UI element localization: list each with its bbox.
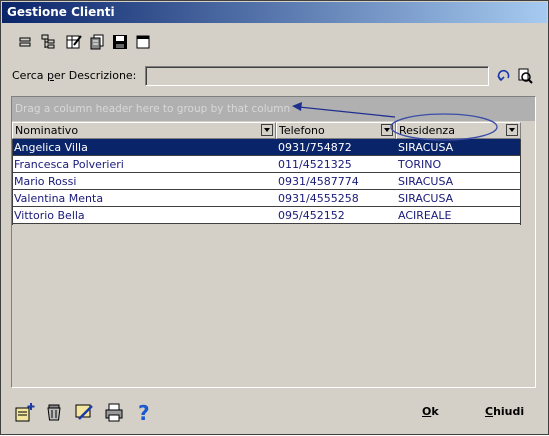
- cell-telefono: 011/4521325: [278, 158, 352, 171]
- column-header-residenza[interactable]: Residenza: [396, 122, 521, 139]
- table-row[interactable]: Mario Rossi 0931/4587774 SIRACUSA: [12, 173, 521, 190]
- cell-telefono: 095/452152: [278, 209, 345, 222]
- grid-edit-icon[interactable]: [65, 33, 83, 51]
- search-label: Cerca per Descrizione:: [12, 69, 136, 82]
- copy-stack-icon[interactable]: [88, 33, 106, 51]
- cell-nominativo: Mario Rossi: [14, 175, 77, 188]
- ok-rest: k: [431, 405, 439, 418]
- svg-text:?: ?: [138, 401, 150, 423]
- tree-collapse-icon[interactable]: [17, 33, 35, 51]
- column-label: Residenza: [399, 124, 455, 137]
- column-header-nominativo[interactable]: Nominativo: [12, 122, 276, 139]
- search-label-prefix: Cerca: [12, 69, 48, 82]
- gestione-clienti-window: Gestione Clienti Cerca per Descrizione:: [0, 0, 549, 435]
- cell-residenza: SIRACUSA: [398, 175, 454, 188]
- cell-nominativo: Valentina Menta: [14, 192, 104, 205]
- chevron-down-icon[interactable]: [381, 124, 393, 136]
- ok-button[interactable]: Ok: [422, 405, 439, 418]
- clients-grid: Drag a column header here to group by th…: [11, 96, 536, 388]
- search-label-suffix: er Descrizione:: [54, 69, 137, 82]
- close-accel: C: [485, 405, 494, 418]
- search-zoom-icon[interactable]: [516, 67, 534, 85]
- group-by-hint: Drag a column header here to group by th…: [15, 103, 291, 115]
- search-label-accel: p: [47, 69, 54, 82]
- new-document-icon[interactable]: [13, 401, 35, 423]
- table-row[interactable]: Francesca Polverieri 011/4521325 TORINO: [12, 156, 521, 173]
- cell-telefono: 0931/4555258: [278, 192, 359, 205]
- column-label: Telefono: [279, 124, 325, 137]
- cell-telefono: 0931/754872: [278, 141, 352, 154]
- column-label: Nominativo: [15, 124, 79, 137]
- save-icon[interactable]: [111, 33, 129, 51]
- cell-telefono: 0931/4587774: [278, 175, 359, 188]
- chevron-down-icon[interactable]: [261, 124, 273, 136]
- print-icon[interactable]: [103, 401, 125, 423]
- cell-nominativo: Vittorio Bella: [14, 209, 85, 222]
- close-rest: hiudi: [493, 405, 525, 418]
- help-icon[interactable]: ?: [133, 401, 155, 423]
- grid-header: Nominativo Telefono Residenza: [12, 122, 521, 139]
- cell-residenza: TORINO: [398, 158, 442, 171]
- undo-icon[interactable]: [495, 67, 513, 85]
- table-row[interactable]: Vittorio Bella 095/452152 ACIREALE: [12, 207, 521, 224]
- tree-expand-icon[interactable]: [40, 33, 58, 51]
- search-input[interactable]: [145, 66, 489, 86]
- cell-residenza: SIRACUSA: [398, 141, 454, 154]
- column-header-telefono[interactable]: Telefono: [276, 122, 396, 139]
- table-row[interactable]: Angelica Villa 0931/754872 SIRACUSA: [12, 139, 521, 156]
- window-title: Gestione Clienti: [2, 2, 547, 23]
- cell-residenza: SIRACUSA: [398, 192, 454, 205]
- delete-bin-icon[interactable]: [43, 401, 65, 423]
- cell-residenza: ACIREALE: [398, 209, 452, 222]
- table-row[interactable]: Valentina Menta 0931/4555258 SIRACUSA: [12, 190, 521, 207]
- chevron-down-icon[interactable]: [506, 124, 518, 136]
- edit-pencil-icon[interactable]: [73, 401, 95, 423]
- close-button[interactable]: Chiudi: [485, 405, 524, 418]
- group-by-panel[interactable]: Drag a column header here to group by th…: [12, 97, 535, 121]
- cell-nominativo: Francesca Polverieri: [14, 158, 124, 171]
- cell-nominativo: Angelica Villa: [14, 141, 88, 154]
- window-icon[interactable]: [134, 33, 152, 51]
- ok-accel: O: [422, 405, 432, 418]
